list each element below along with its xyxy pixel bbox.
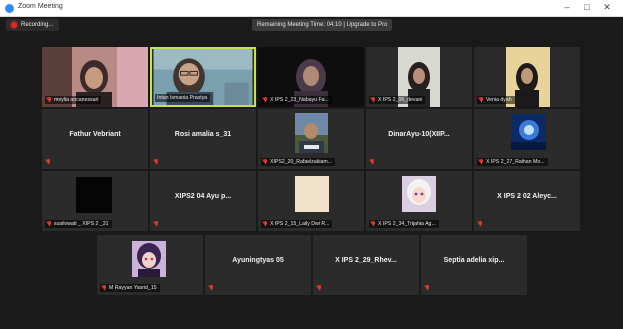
participant-display-name: DinarAyu-10(XIIP... (388, 131, 450, 138)
mic-muted-icon (154, 221, 159, 227)
mic-muted-icon (371, 221, 376, 227)
participant-tile[interactable]: XIPS2_20_Rafaelzakiam... (258, 109, 364, 169)
participant-tile[interactable]: M Rayyan Yasrid_15 (97, 235, 203, 295)
participant-name: X IPS 2_23_Nabayu Fa... (261, 96, 332, 104)
profile-picture (132, 241, 166, 277)
profile-picture (402, 176, 436, 212)
mic-muted-icon (209, 285, 214, 291)
minimize-button[interactable]: – (560, 2, 574, 12)
mic-muted-icon (263, 159, 268, 165)
participant-tile[interactable]: X IPS 2_23_Nabayu Fa... (258, 47, 364, 107)
participant-name: X IPS 2_06_devani (369, 96, 426, 104)
mic-muted-icon (102, 285, 107, 291)
participant-tile[interactable]: Septia adelia xip... (421, 235, 527, 295)
meeting-gallery: Recording... Remaining Meeting Time: 04:… (0, 17, 623, 329)
participant-tile[interactable]: X IPS 2_15_Laily Dwi R... (258, 171, 364, 231)
participant-display-name: Septia adelia xip... (443, 257, 505, 264)
participant-display-name: XIPS2 04 Ayu p... (174, 193, 232, 200)
participant-tile[interactable]: X IPS 2_34_Trijahia Ag... (366, 171, 472, 231)
participant-display-name: Ayuningtyas 05 (232, 257, 284, 264)
maximize-button[interactable]: □ (580, 2, 594, 12)
participant-tile[interactable]: X IPS 2_29_Rhev... (313, 235, 419, 295)
profile-picture (76, 177, 112, 213)
participant-name: meylia ancanessari (45, 96, 102, 104)
participant-name: X IPS 2_15_Laily Dwi R... (261, 220, 333, 228)
mic-muted-icon (317, 285, 322, 291)
mic-muted-icon (46, 159, 51, 165)
participant-name: Intan Ismania Prastya (155, 94, 211, 102)
participant-tile[interactable]: susilowati _ XIPS 2 _31 (42, 171, 148, 231)
profile-picture (295, 113, 328, 153)
close-button[interactable]: ✕ (600, 2, 614, 13)
participant-tile-active-speaker[interactable]: Intan Ismania Prastya (150, 47, 256, 107)
participant-tile[interactable]: Ayuningtyas 05 (205, 235, 311, 295)
participant-tile[interactable]: Fathur Vebriant (42, 109, 148, 169)
mic-muted-icon (47, 221, 52, 227)
participant-tile[interactable]: XIPS2 04 Ayu p... (150, 171, 256, 231)
participant-tile[interactable]: DinarAyu-10(XIIP... (366, 109, 472, 169)
participant-display-name: X IPS 2 02 Aleyc... (497, 193, 557, 200)
participant-name: XIPS2_20_Rafaelzakiam... (261, 158, 335, 166)
window-titlebar: Zoom Meeting – □ ✕ (0, 0, 623, 17)
participant-tile[interactable]: X IPS 2_06_devani (366, 47, 472, 107)
meeting-top-strip: Recording... Remaining Meeting Time: 04:… (0, 17, 623, 34)
mic-muted-icon (425, 285, 430, 291)
participant-name: X IPS 2_27_Raihan Mo... (477, 158, 548, 166)
mic-muted-icon (370, 159, 375, 165)
participant-tile[interactable]: X IPS 2 02 Aleyc... (474, 171, 580, 231)
mic-muted-icon (47, 97, 52, 103)
record-icon (11, 22, 17, 28)
mic-muted-icon (263, 97, 268, 103)
window-title: Zoom Meeting (18, 3, 63, 10)
mic-muted-icon (263, 221, 268, 227)
participant-tile[interactable]: X IPS 2_27_Raihan Mo... (474, 109, 580, 169)
participant-display-name: Rosi amalia s_31 (174, 131, 232, 138)
participant-tile[interactable]: meylia ancanessari (42, 47, 148, 107)
meeting-time-banner[interactable]: Remaining Meeting Time: 04:10 | Upgrade … (252, 19, 393, 31)
mic-muted-icon (478, 221, 483, 227)
mic-muted-icon (479, 159, 484, 165)
mic-muted-icon (371, 97, 376, 103)
participant-display-name: X IPS 2_29_Rhev... (335, 257, 397, 264)
participant-tile[interactable]: Venia dyah (474, 47, 580, 107)
participant-tile[interactable]: Rosi amalia s_31 (150, 109, 256, 169)
profile-picture (511, 114, 546, 150)
recording-indicator[interactable]: Recording... (6, 19, 60, 31)
mic-muted-icon (479, 97, 484, 103)
recording-label: Recording... (21, 22, 54, 28)
participant-name: X IPS 2_34_Trijahia Ag... (369, 220, 439, 228)
participant-name: M Rayyan Yasrid_15 (100, 284, 160, 292)
mic-muted-icon (154, 159, 159, 165)
participant-name: susilowati _ XIPS 2 _31 (45, 220, 112, 228)
zoom-logo-icon (5, 4, 14, 13)
participant-display-name: Fathur Vebriant (69, 131, 121, 138)
profile-picture (295, 176, 329, 212)
participant-name: Venia dyah (477, 96, 515, 104)
